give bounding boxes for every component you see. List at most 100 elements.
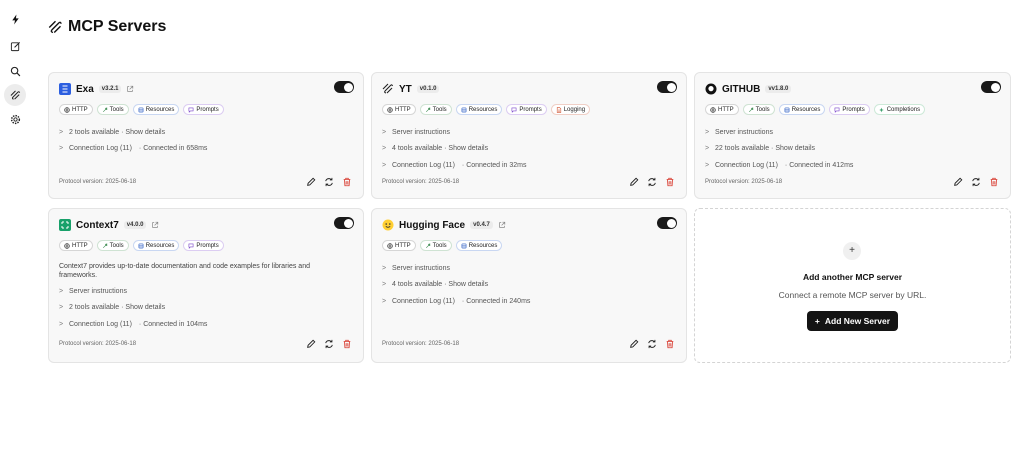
chip-resources: Resources — [132, 240, 180, 251]
version-badge: v3.2.1 — [98, 85, 122, 93]
connection-log-row[interactable]: > Connection Log (11) · Connected in 412ms — [705, 157, 853, 174]
database-icon — [138, 107, 144, 113]
chip-http: HTTP — [382, 240, 416, 251]
server-instructions-row[interactable]: > Server instructions — [382, 124, 527, 141]
refresh-icon[interactable] — [971, 177, 981, 187]
chip-tools: Tools — [96, 104, 129, 115]
server-toggle[interactable] — [657, 217, 677, 229]
protocol-version: Protocol version: 2025-06-18 — [382, 179, 460, 185]
chip-tools: Tools — [742, 104, 775, 115]
mcp-icon[interactable] — [4, 84, 26, 106]
tools-row[interactable]: >4 tools available · Show details — [382, 277, 530, 294]
add-server-title: Add another MCP server — [802, 272, 903, 282]
message-icon — [834, 107, 840, 113]
server-toggle[interactable] — [981, 81, 1001, 93]
tools-row[interactable]: >4 tools available · Show details — [382, 141, 527, 158]
external-link-icon[interactable] — [126, 85, 134, 93]
message-icon — [188, 243, 194, 249]
message-icon — [511, 107, 517, 113]
delete-icon[interactable] — [342, 339, 352, 349]
database-icon — [138, 243, 144, 249]
globe-icon — [64, 106, 70, 113]
page-title-text: MCP Servers — [68, 18, 167, 35]
edit-icon[interactable] — [953, 177, 963, 187]
server-toggle[interactable] — [657, 81, 677, 93]
wrench-icon — [102, 107, 108, 113]
external-link-icon[interactable] — [498, 221, 506, 229]
bolt-icon[interactable] — [4, 8, 26, 30]
server-instructions-row[interactable]: > Server instructions — [59, 283, 207, 300]
chip-logging: Logging — [550, 104, 591, 115]
file-icon — [556, 106, 562, 113]
wrench-icon — [425, 107, 431, 113]
connection-log-row[interactable]: > Connection Log (11) · Connected in 240ms — [382, 293, 530, 310]
server-toggle[interactable] — [334, 217, 354, 229]
server-toggle[interactable] — [334, 81, 354, 93]
protocol-version: Protocol version: 2025-06-18 — [382, 341, 460, 347]
database-icon — [784, 107, 790, 113]
chevron-right-icon: > — [59, 304, 64, 312]
server-card-exa: Exa v3.2.1 HTTP Tools Resources Prompts … — [48, 72, 364, 199]
add-new-server-label: Add New Server — [824, 316, 891, 326]
chevron-right-icon: > — [59, 128, 64, 136]
wrench-icon — [102, 243, 108, 249]
refresh-icon[interactable] — [324, 339, 334, 349]
version-badge: v4.0.0 — [123, 221, 147, 229]
chevron-right-icon: > — [382, 128, 387, 136]
refresh-icon[interactable] — [647, 177, 657, 187]
edit-icon[interactable] — [4, 35, 26, 57]
message-icon — [188, 107, 194, 113]
server-instructions-row[interactable]: > Server instructions — [382, 260, 530, 277]
delete-icon[interactable] — [665, 177, 675, 187]
protocol-version: Protocol version: 2025-06-18 — [59, 179, 137, 185]
tools-row[interactable]: >2 tools available · Show details — [59, 124, 207, 141]
refresh-icon[interactable] — [324, 177, 334, 187]
chevron-right-icon: > — [705, 145, 710, 153]
connection-log-row[interactable]: > Connection Log (11) · Connected in 658ms — [59, 141, 207, 158]
protocol-version: Protocol version: 2025-06-18 — [705, 179, 783, 185]
server-name: Hugging Face — [399, 219, 466, 231]
wrench-icon — [748, 107, 754, 113]
add-new-server-button[interactable]: + Add New Server — [807, 311, 898, 331]
refresh-icon[interactable] — [647, 339, 657, 349]
chip-prompts: Prompts — [829, 104, 870, 115]
add-server-subtitle: Connect a remote MCP server by URL. — [778, 290, 927, 300]
delete-icon[interactable] — [342, 177, 352, 187]
search-icon[interactable] — [4, 60, 26, 82]
server-name: YT — [399, 83, 412, 95]
version-badge: vv1.8.0 — [765, 85, 792, 93]
server-name: GITHUB — [722, 83, 761, 95]
server-card-hugging-face: Hugging Face v0.4.7 HTTP Tools Resources… — [371, 208, 687, 363]
globe-icon — [64, 242, 70, 249]
chip-resources: Resources — [455, 104, 503, 115]
server-instructions-row[interactable]: > Server instructions — [705, 124, 853, 141]
add-server-card[interactable]: + Add another MCP server Connect a remot… — [694, 208, 1011, 363]
delete-icon[interactable] — [665, 339, 675, 349]
server-name: Exa — [76, 83, 94, 95]
edit-icon[interactable] — [306, 177, 316, 187]
tools-row[interactable]: >2 tools available · Show details — [59, 300, 207, 317]
protocol-version: Protocol version: 2025-06-18 — [59, 341, 137, 347]
connection-log-row[interactable]: > Connection Log (11) · Connected in 104ms — [59, 316, 207, 333]
edit-icon[interactable] — [629, 177, 639, 187]
chip-prompts: Prompts — [183, 240, 224, 251]
chevron-right-icon: > — [59, 287, 64, 295]
connection-log-row[interactable]: > Connection Log (11) · Connected in 32ms — [382, 157, 527, 174]
chip-tools: Tools — [96, 240, 129, 251]
mcp-icon — [48, 20, 63, 35]
version-badge: v0.1.0 — [416, 85, 440, 93]
chip-prompts: Prompts — [506, 104, 547, 115]
plus-icon[interactable]: + — [843, 242, 861, 260]
chip-tools: Tools — [419, 104, 452, 115]
page-title: MCP Servers — [48, 18, 166, 36]
chip-resources: Resources — [778, 104, 826, 115]
edit-icon[interactable] — [629, 339, 639, 349]
tools-row[interactable]: >22 tools available · Show details — [705, 141, 853, 158]
delete-icon[interactable] — [989, 177, 999, 187]
gear-icon[interactable] — [4, 108, 26, 130]
context7-logo-icon — [59, 219, 71, 231]
external-link-icon[interactable] — [151, 221, 159, 229]
chevron-right-icon: > — [382, 264, 387, 272]
edit-icon[interactable] — [306, 339, 316, 349]
mcp-logo-icon — [382, 83, 394, 95]
